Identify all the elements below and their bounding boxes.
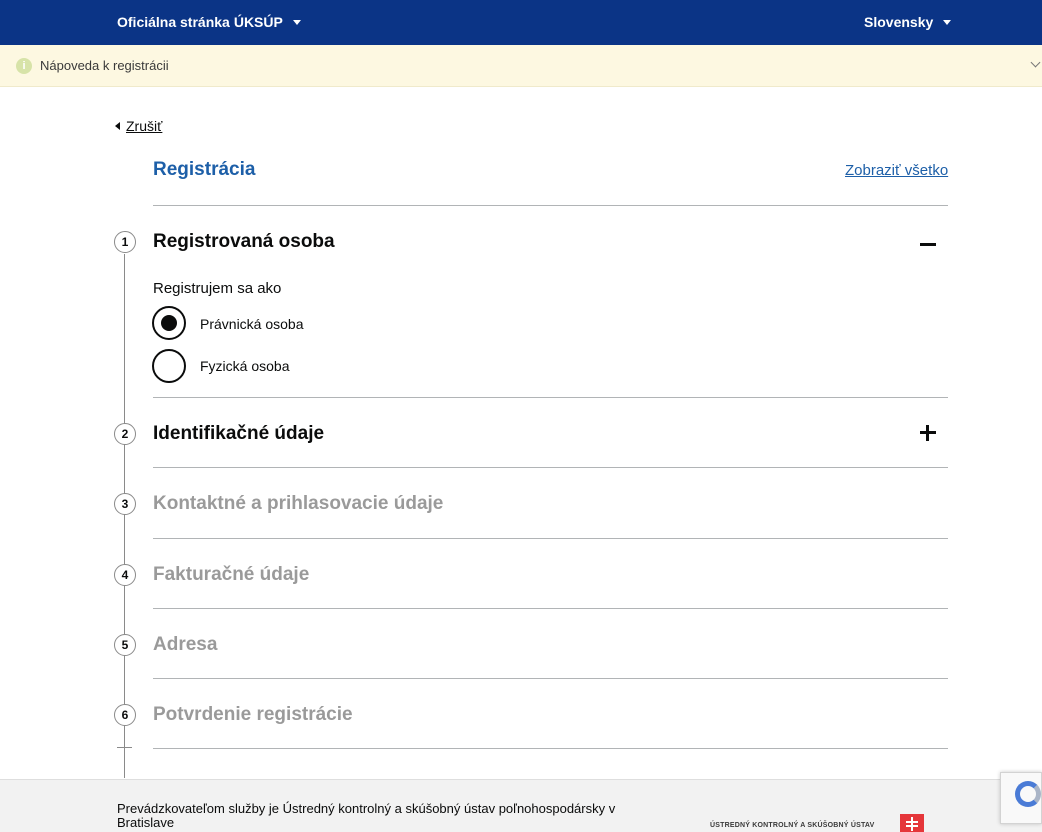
divider bbox=[153, 678, 948, 679]
footer-org-name: ÚSTREDNÝ KONTROLNÝ A SKÚŠOBNÝ ÚSTAV bbox=[710, 822, 875, 829]
timeline-end-tick bbox=[117, 747, 132, 748]
divider bbox=[153, 205, 948, 206]
official-site-org: ÚKSÚP bbox=[233, 14, 283, 30]
step-title-contact-login: Kontaktné a prihlasovacie údaje bbox=[153, 493, 444, 514]
official-site-label: Oficiálna stránka bbox=[117, 14, 230, 30]
step-title-address: Adresa bbox=[153, 634, 218, 655]
recaptcha-icon bbox=[1015, 781, 1041, 807]
expand-icon[interactable] bbox=[920, 425, 936, 441]
radio-natural-person[interactable] bbox=[152, 349, 186, 383]
caret-down-icon bbox=[943, 19, 952, 25]
step-number: 2 bbox=[114, 423, 136, 445]
recaptcha-badge[interactable] bbox=[1000, 772, 1042, 824]
cancel-label: Zrušiť bbox=[126, 118, 163, 134]
show-all-link[interactable]: Zobraziť všetko bbox=[845, 162, 948, 179]
language-label: Slovensky bbox=[864, 14, 934, 30]
divider bbox=[153, 467, 948, 468]
step-title-registered-person[interactable]: Registrovaná osoba bbox=[153, 231, 335, 253]
registration-help-bar[interactable]: i Nápoveda k registrácii bbox=[0, 45, 1042, 87]
help-label: Nápoveda k registrácii bbox=[40, 58, 169, 73]
radio-label-legal-person[interactable]: Právnická osoba bbox=[200, 316, 304, 332]
step-number: 5 bbox=[114, 634, 136, 656]
step-title-billing: Fakturačné údaje bbox=[153, 564, 310, 585]
step-number: 4 bbox=[114, 564, 136, 586]
step-number: 6 bbox=[114, 704, 136, 726]
step-number: 3 bbox=[114, 493, 136, 515]
radio-legal-person[interactable] bbox=[152, 306, 186, 340]
info-icon: i bbox=[16, 58, 32, 74]
state-emblem-icon bbox=[900, 814, 924, 832]
collapse-icon[interactable] bbox=[920, 243, 936, 246]
page-title: Registrácia bbox=[153, 159, 256, 180]
official-site-dropdown[interactable]: Oficiálna stránka ÚKSÚP bbox=[117, 14, 301, 30]
radio-label-natural-person[interactable]: Fyzická osoba bbox=[200, 358, 289, 374]
step-number: 1 bbox=[114, 231, 136, 253]
registration-type-legend: Registrujem sa ako bbox=[153, 280, 282, 297]
top-bar: Oficiálna stránka ÚKSÚP Slovensky bbox=[0, 0, 1042, 45]
caret-down-icon bbox=[292, 19, 301, 25]
cancel-link[interactable]: Zrušiť bbox=[115, 118, 162, 134]
divider bbox=[153, 748, 948, 749]
divider bbox=[153, 397, 948, 398]
divider bbox=[153, 538, 948, 539]
divider bbox=[153, 608, 948, 609]
chevron-down-icon[interactable] bbox=[1030, 57, 1041, 68]
footer: Prevádzkovateľom služby je Ústredný kont… bbox=[0, 779, 1042, 832]
steps-timeline bbox=[124, 254, 125, 778]
language-dropdown[interactable]: Slovensky bbox=[864, 14, 952, 30]
back-arrow-icon bbox=[115, 122, 120, 130]
step-title-confirmation: Potvrdenie registrácie bbox=[153, 704, 353, 725]
step-title-identification[interactable]: Identifikačné údaje bbox=[153, 423, 324, 445]
footer-operator-text: Prevádzkovateľom služby je Ústredný kont… bbox=[117, 801, 616, 830]
